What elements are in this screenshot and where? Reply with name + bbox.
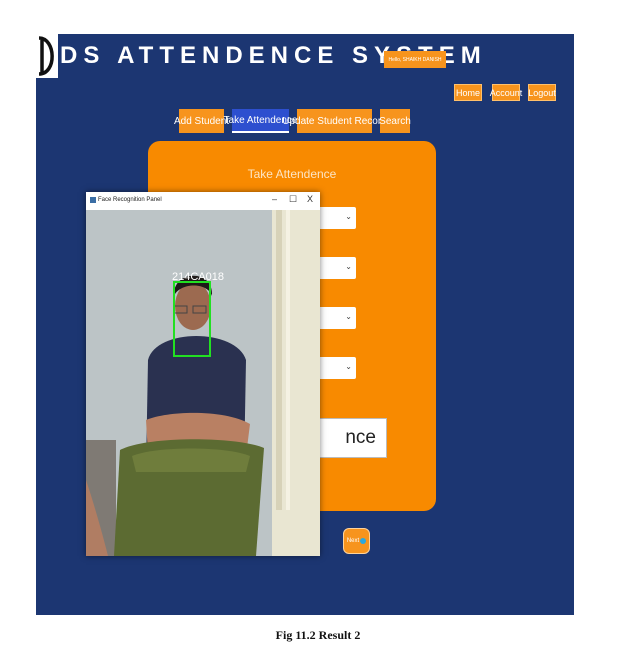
close-button[interactable]: X [307, 194, 313, 204]
user-greeting-badge: Hello, SHAIKH DANISH [384, 51, 446, 68]
maximize-button[interactable]: ☐ [289, 194, 297, 205]
home-button[interactable]: Home [454, 84, 482, 101]
tab-take-attendence[interactable]: Take Attendence [224, 109, 297, 133]
minimize-button[interactable]: – [272, 194, 277, 204]
take-attendence-button[interactable]: nce [313, 418, 387, 458]
face-recognition-window: Face Recognition Panel – ☐ X 214CA018 [86, 192, 320, 556]
camera-feed: 214CA018 [86, 210, 320, 556]
logo-icon [36, 34, 58, 78]
account-button[interactable]: Account [490, 84, 522, 101]
chevron-down-icon: ⌄ [345, 212, 352, 221]
next-button[interactable]: Next [343, 528, 370, 554]
panel-title: Take Attendence [247, 167, 337, 181]
app-icon [90, 197, 96, 203]
select-dropdown-2[interactable]: ⌄ [318, 257, 356, 279]
next-label: Next [346, 538, 360, 544]
window-title: Face Recognition Panel [98, 197, 162, 203]
select-dropdown-4[interactable]: ⌄ [318, 357, 356, 379]
arrow-circle-icon [360, 538, 367, 544]
select-dropdown-3[interactable]: ⌄ [318, 307, 356, 329]
logout-button[interactable]: Logout [528, 84, 556, 101]
chevron-down-icon: ⌄ [345, 362, 352, 371]
detected-id-label: 214CA018 [172, 271, 224, 283]
select-dropdown-1[interactable]: ⌄ [318, 207, 356, 229]
tab-update-student-record[interactable]: Update Student Record [282, 109, 387, 133]
chevron-down-icon: ⌄ [345, 262, 352, 271]
tab-add-student[interactable]: Add Student [174, 109, 229, 133]
window-titlebar[interactable]: Face Recognition Panel – ☐ X [86, 192, 320, 210]
app-screenshot: DS ATTENDENCE SYSTEM Hello, SHAIKH DANIS… [36, 34, 574, 615]
chevron-down-icon: ⌄ [345, 312, 352, 321]
figure-caption: Fig 11.2 Result 2 [275, 628, 361, 642]
tab-search[interactable]: Search [379, 109, 411, 133]
